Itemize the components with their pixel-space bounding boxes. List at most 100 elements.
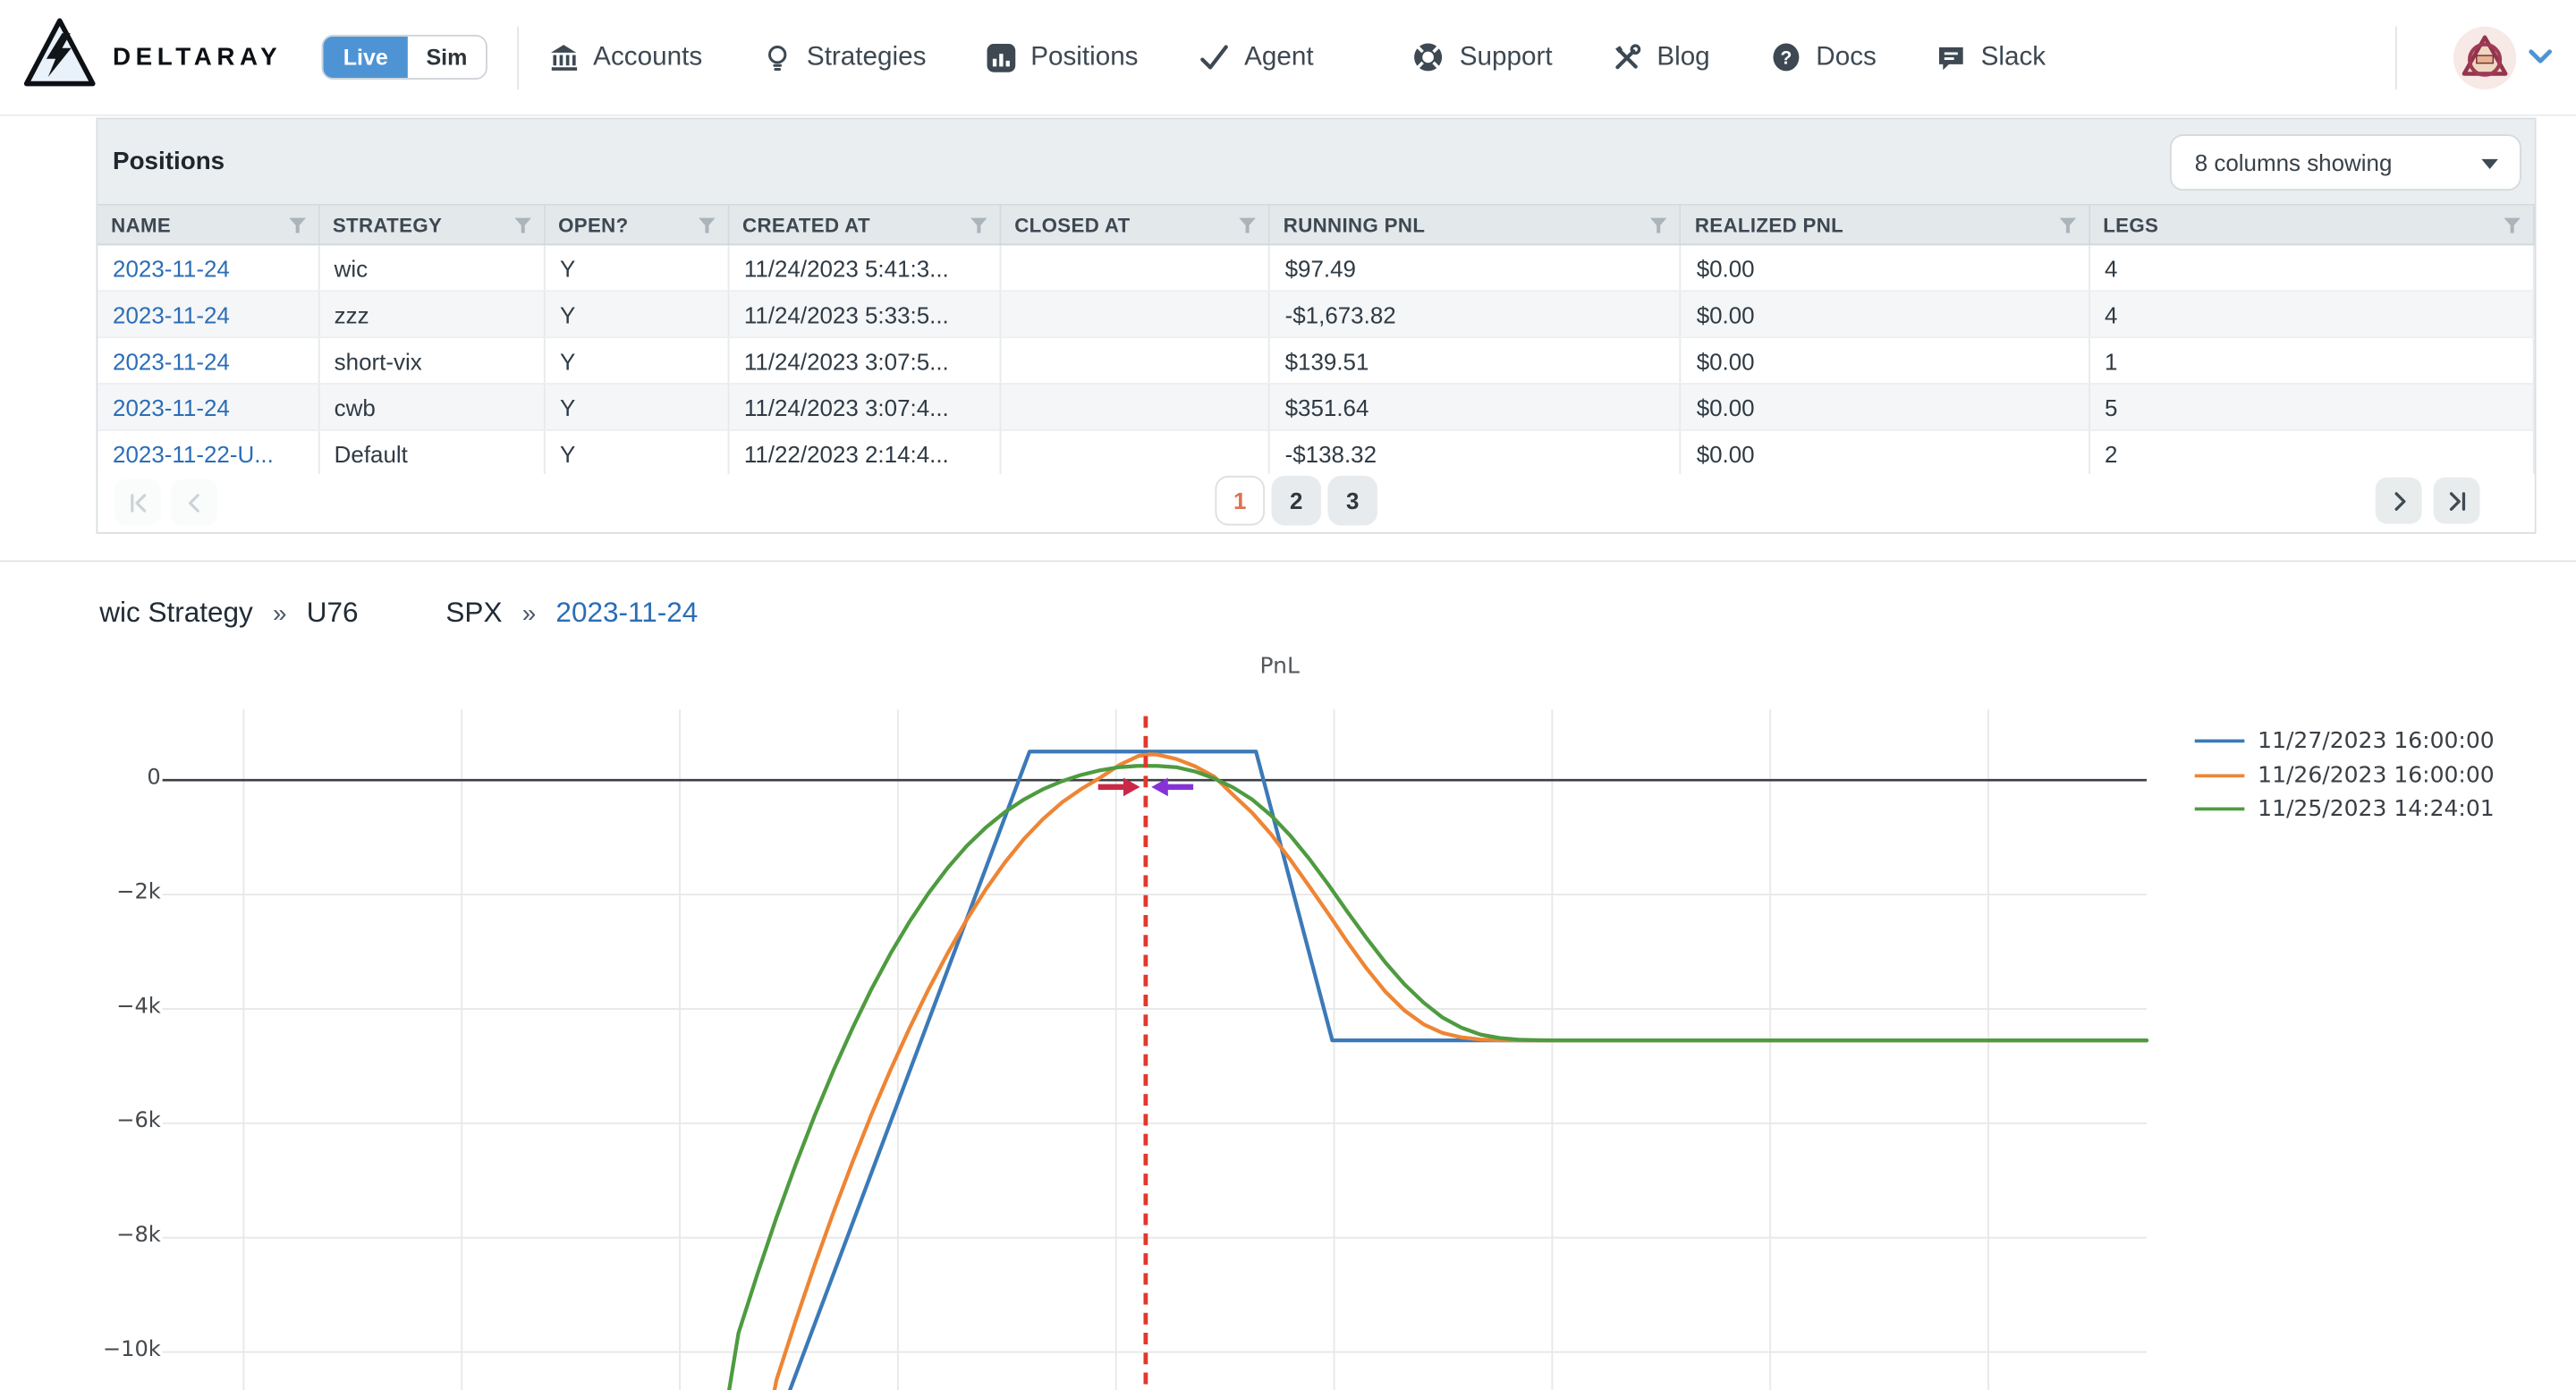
position-link[interactable]: 2023-11-24	[113, 347, 230, 374]
pnl-series-line[interactable]	[750, 752, 2149, 1390]
column-header[interactable]: LEGS	[2089, 203, 2535, 246]
page-button-2[interactable]: 2	[1271, 475, 1322, 526]
cell-open: Y	[544, 337, 730, 385]
prev-page-button	[170, 479, 217, 526]
cell-created_at: 11/24/2023 3:07:5...	[728, 337, 1002, 385]
divider	[516, 25, 519, 89]
cell-realized_pnl: $0.00	[1681, 244, 2090, 292]
brand[interactable]: DELTARAY	[23, 17, 282, 98]
column-header-label: REALIZED PNL	[1694, 213, 1844, 237]
nav-item-docs[interactable]: ? Docs	[1769, 41, 1877, 72]
filter-funnel-icon[interactable]	[698, 216, 716, 239]
table-row: 2023-11-24 wic Y 11/24/2023 5:41:3... $97.49…	[97, 244, 2535, 292]
filter-funnel-icon[interactable]	[2058, 216, 2076, 239]
cell-running_pnl: $351.64	[1269, 384, 1682, 431]
breadcrumb-symbol[interactable]: SPX	[445, 597, 502, 630]
cell-strategy: wic	[318, 244, 546, 292]
last-page-button[interactable]	[2433, 477, 2480, 524]
page-button-1[interactable]: 1	[1215, 475, 1266, 526]
pnl-series-line[interactable]	[739, 750, 2149, 1390]
filter-funnel-icon[interactable]	[1650, 216, 1668, 239]
column-header[interactable]: NAME	[97, 203, 319, 246]
mode-toggle: Live Sim	[321, 34, 487, 80]
caret-down-icon	[2481, 158, 2498, 170]
cell-running_pnl: $97.49	[1269, 244, 1682, 292]
position-link[interactable]: 2023-11-24	[113, 254, 230, 281]
life-ring-icon	[1413, 41, 1445, 72]
nav-item-agent[interactable]: Agent	[1198, 41, 1314, 72]
cell-open: Y	[544, 384, 730, 431]
deltaray-logo-icon	[23, 17, 97, 98]
column-header[interactable]: CLOSED AT	[1000, 203, 1270, 246]
positions-table: NAME STRATEGY OPEN? CREATED AT CLOSED AT RUNN…	[97, 203, 2535, 478]
column-header[interactable]: STRATEGY	[318, 203, 546, 246]
cell-open: Y	[544, 291, 730, 339]
nav-item-label: Slack	[1980, 42, 2046, 71]
chevron-down-icon[interactable]	[2528, 42, 2553, 72]
cell-realized_pnl: $0.00	[1681, 291, 2090, 339]
avatar[interactable]	[2453, 25, 2517, 89]
pnl-chart-svg[interactable]	[0, 693, 2576, 1390]
nav-item-slack[interactable]: Slack	[1936, 42, 2046, 72]
panel-title: Positions	[113, 147, 225, 176]
nav-item-label: Support	[1459, 42, 1553, 71]
cell-legs: 4	[2089, 244, 2535, 292]
filter-funnel-icon[interactable]	[513, 216, 531, 239]
column-header-label: CLOSED AT	[1014, 213, 1131, 237]
table-row: 2023-11-22-U... Default Y 11/22/2023 2:14:4…	[97, 429, 2535, 478]
cell-closed_at	[1000, 384, 1270, 431]
cell-name: 2023-11-24	[97, 384, 319, 431]
cell-running_pnl: $139.51	[1269, 337, 1682, 385]
cell-created_at: 11/24/2023 3:07:4...	[728, 384, 1002, 431]
mode-live-button[interactable]: Live	[323, 36, 409, 79]
breadcrumb-strategy[interactable]: wic Strategy	[99, 597, 253, 630]
cell-created_at: 11/22/2023 2:14:4...	[728, 429, 1002, 478]
chart-title: PnL	[1259, 653, 1300, 680]
breadcrumb-separator: »	[273, 598, 287, 628]
column-header-label: STRATEGY	[332, 213, 443, 237]
nav-item-support[interactable]: Support	[1413, 41, 1553, 72]
first-page-button	[114, 479, 161, 526]
column-header[interactable]: OPEN?	[544, 203, 730, 246]
filter-funnel-icon[interactable]	[1239, 216, 1257, 239]
cell-realized_pnl: $0.00	[1681, 384, 2090, 431]
pnl-series-line[interactable]	[719, 764, 2149, 1390]
cell-name: 2023-11-22-U...	[97, 429, 319, 478]
columns-dropdown[interactable]: 8 columns showing	[2169, 134, 2521, 191]
nav-item-accounts[interactable]: Accounts	[548, 42, 702, 72]
cell-name: 2023-11-24	[97, 244, 319, 292]
column-header[interactable]: CREATED AT	[728, 203, 1002, 246]
column-header[interactable]: REALIZED PNL	[1681, 203, 2090, 246]
cell-legs: 2	[2089, 429, 2535, 478]
filter-funnel-icon[interactable]	[970, 216, 987, 239]
cell-open: Y	[544, 429, 730, 478]
nav-item-label: Accounts	[593, 42, 703, 71]
position-link[interactable]: 2023-11-22-U...	[113, 440, 274, 467]
bank-icon	[548, 42, 578, 72]
cell-running_pnl: -$138.32	[1269, 429, 1682, 478]
brand-name: DELTARAY	[113, 43, 283, 72]
nav-item-positions[interactable]: Positions	[986, 42, 1139, 72]
page-button-3[interactable]: 3	[1327, 475, 1378, 526]
positions-panel: Positions 8 columns showing NAME STRATEGY…	[96, 117, 2537, 534]
mode-sim-button[interactable]: Sim	[408, 36, 486, 79]
filter-funnel-icon[interactable]	[288, 216, 306, 239]
panel-header: Positions 8 columns showing	[97, 119, 2535, 204]
nav-item-blog[interactable]: Blog	[1612, 42, 1710, 72]
breadcrumb-position-link[interactable]: 2023-11-24	[555, 597, 698, 630]
divider	[2394, 25, 2397, 89]
position-link[interactable]: 2023-11-24	[113, 301, 230, 327]
nav-item-strategies[interactable]: Strategies	[762, 42, 926, 72]
pagination: 123	[97, 474, 2535, 532]
app: DELTARAY Live Sim Accounts Strategies Posi…	[0, 0, 2576, 1390]
position-link[interactable]: 2023-11-24	[113, 394, 230, 420]
nav-item-label: Agent	[1244, 42, 1314, 71]
cell-strategy: zzz	[318, 291, 546, 339]
cell-strategy: short-vix	[318, 337, 546, 385]
tools-icon	[1612, 42, 1642, 72]
breadcrumb-account-redacted[interactable]: U76	[307, 597, 426, 630]
next-page-button[interactable]	[2375, 477, 2422, 524]
filter-funnel-icon[interactable]	[2503, 216, 2521, 239]
column-header-label: NAME	[111, 213, 172, 237]
column-header[interactable]: RUNNING PNL	[1269, 203, 1682, 246]
